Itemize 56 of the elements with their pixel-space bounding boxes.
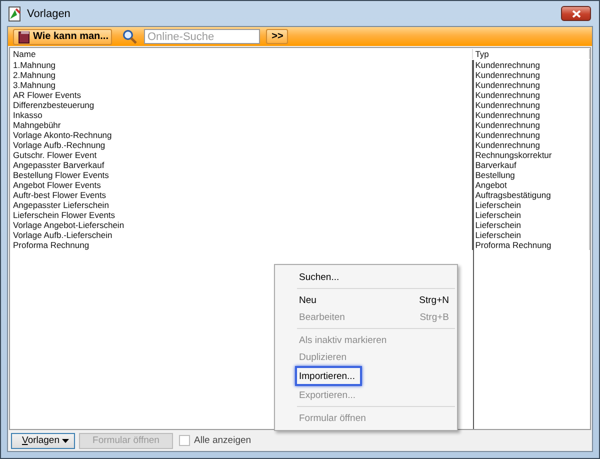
table-cell[interactable]: Vorlage Angebot-Lieferschein — [10, 220, 474, 230]
table-cell[interactable]: Angebot — [473, 180, 590, 190]
book-icon — [17, 30, 31, 44]
table-cell[interactable]: Vorlage Akonto-Rechnung — [10, 130, 474, 140]
table-cell[interactable]: Lieferschein — [473, 200, 590, 210]
table-cell[interactable]: Kundenrechnung — [473, 90, 590, 100]
table-cell[interactable]: Auftragsbestätigung — [473, 190, 590, 200]
table-cell[interactable]: 1.Mahnung — [10, 60, 474, 70]
table-cell[interactable]: AR Flower Events — [10, 90, 474, 100]
table-cell[interactable]: Barverkauf — [473, 160, 590, 170]
menu-item[interactable]: Suchen... — [295, 269, 453, 285]
window-title: Vorlagen — [27, 8, 70, 20]
table-cell[interactable]: Bestellung — [473, 170, 590, 180]
table-cell[interactable]: Kundenrechnung — [473, 100, 590, 110]
table-cell[interactable]: 3.Mahnung — [10, 80, 474, 90]
close-icon — [572, 10, 580, 18]
column-header[interactable]: Typ — [473, 49, 590, 59]
column-header[interactable]: Name — [10, 49, 474, 59]
table-cell[interactable]: Kundenrechnung — [473, 70, 590, 80]
table-cell[interactable]: Lieferschein Flower Events — [10, 210, 474, 220]
help-button[interactable]: Wie kann man... — [13, 28, 112, 44]
search-field[interactable]: Online-Suche — [144, 29, 260, 44]
table-cell[interactable]: Rechnungskorrektur — [473, 150, 590, 160]
table-cell[interactable]: Kundenrechnung — [473, 120, 590, 130]
document-icon — [7, 6, 23, 22]
table-cell[interactable]: Inkasso — [10, 110, 474, 120]
table-cell[interactable]: Kundenrechnung — [473, 110, 590, 120]
search-icon[interactable] — [122, 28, 138, 44]
table-cell[interactable]: Proforma Rechnung — [473, 240, 590, 250]
table-cell[interactable]: Angepasster Barverkauf — [10, 160, 474, 170]
table-cell[interactable]: Bestellung Flower Events — [10, 170, 474, 180]
templates-menu-button[interactable]: Vorlagen — [11, 432, 75, 448]
table-cell[interactable]: Angebot Flower Events — [10, 180, 474, 190]
table-cell[interactable]: Angepasster Lieferschein — [10, 200, 474, 210]
table-cell[interactable]: Proforma Rechnung — [10, 240, 474, 250]
table-cell[interactable]: Lieferschein — [473, 210, 590, 220]
table-cell[interactable]: Vorlage Aufb.-Rechnung — [10, 140, 474, 150]
table-cell[interactable]: Auftr-best Flower Events — [10, 190, 474, 200]
menu-item[interactable]: Neu Strg+N — [295, 292, 453, 308]
close-button[interactable] — [561, 6, 591, 21]
menu-item[interactable]: Importieren... — [295, 366, 362, 386]
table-cell[interactable]: Mahngebühr — [10, 120, 474, 130]
caret-icon — [62, 438, 69, 442]
table-cell[interactable]: Lieferschein — [473, 230, 590, 240]
checkbox[interactable] — [179, 435, 190, 446]
checkbox-label[interactable]: Alle anzeigen — [194, 435, 252, 446]
table-cell[interactable]: Gutschr. Flower Event — [10, 150, 474, 160]
table-cell[interactable]: Kundenrechnung — [473, 80, 590, 90]
table-cell[interactable]: Vorlage Aufb.-Lieferschein — [10, 230, 474, 240]
table-cell[interactable]: Kundenrechnung — [473, 140, 590, 150]
table-cell[interactable]: 2.Mahnung — [10, 70, 474, 80]
go-button[interactable]: >> — [266, 29, 288, 44]
table-cell[interactable]: Lieferschein — [473, 220, 590, 230]
table-cell[interactable]: Kundenrechnung — [473, 130, 590, 140]
table-cell[interactable]: Kundenrechnung — [473, 60, 590, 70]
table-cell[interactable]: Differenzbesteuerung — [10, 100, 474, 110]
